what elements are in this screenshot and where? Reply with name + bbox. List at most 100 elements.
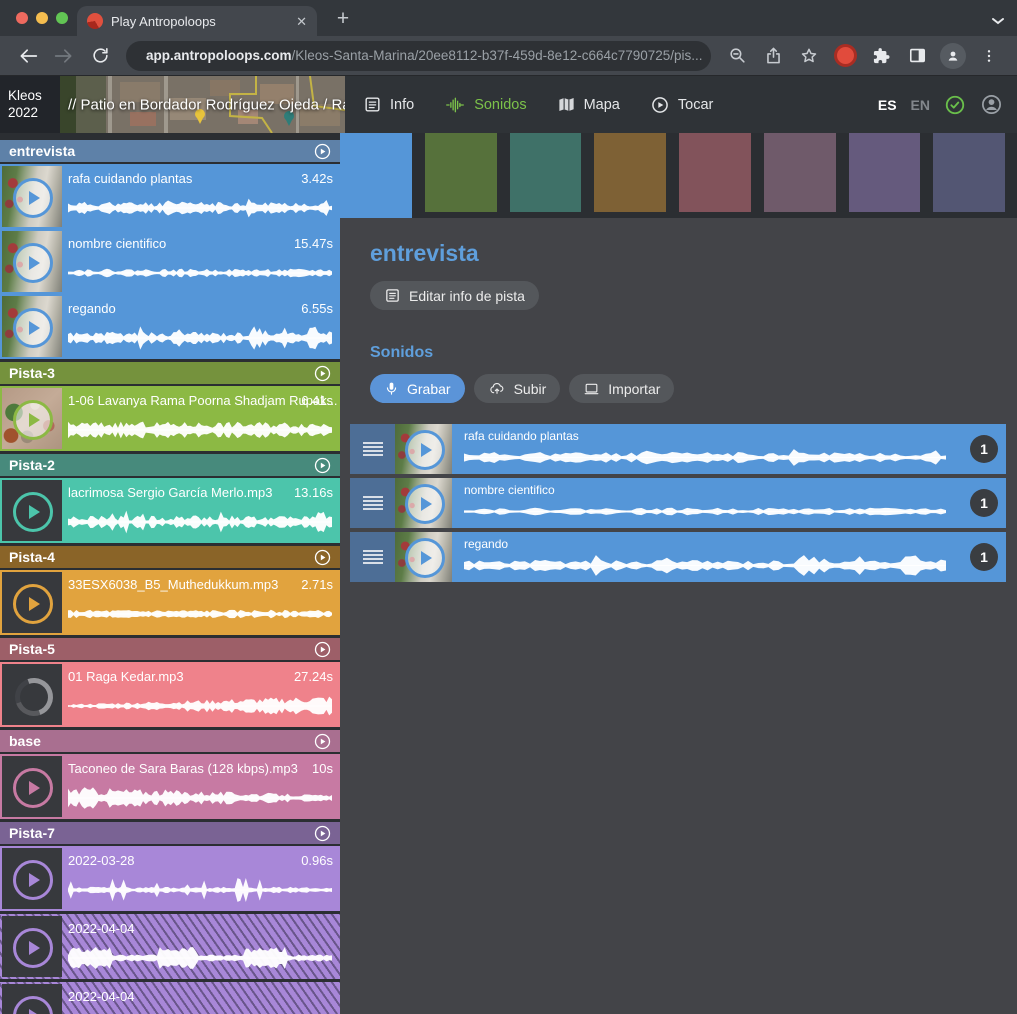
sound-play-thumbnail[interactable]: [2, 916, 62, 977]
record-extension-icon[interactable]: [832, 43, 858, 69]
back-button[interactable]: [15, 43, 41, 69]
side-panel-icon[interactable]: [904, 43, 930, 69]
tab-tocar[interactable]: Tocar: [650, 95, 713, 115]
browser-tab[interactable]: Play Antropoloops ✕: [77, 6, 317, 36]
track-block[interactable]: [849, 133, 921, 212]
browser-menu-icon[interactable]: [976, 43, 1002, 69]
track-section-pista-4: Pista-4 33ESX6038_B5_Muthedukkum.mp3 2.7…: [0, 546, 340, 635]
map-icon: [557, 95, 576, 114]
extensions-puzzle-icon[interactable]: [868, 43, 894, 69]
play-track-icon[interactable]: [314, 143, 331, 160]
sound-play-thumbnail[interactable]: [2, 756, 62, 817]
reload-button[interactable]: [87, 43, 113, 69]
sound-item[interactable]: 33ESX6038_B5_Muthedukkum.mp3 2.71s: [0, 570, 340, 635]
zoom-window-button[interactable]: [56, 12, 68, 24]
account-icon[interactable]: [980, 93, 1003, 116]
bookmark-star-icon[interactable]: [796, 43, 822, 69]
list-icon: [384, 287, 401, 304]
drag-handle[interactable]: [350, 424, 395, 474]
sound-item[interactable]: regando 6.55s: [0, 294, 340, 359]
track-header[interactable]: Pista-5: [0, 638, 340, 660]
sound-item[interactable]: 2022-03-28 0.96s: [0, 846, 340, 911]
record-button[interactable]: Grabar: [370, 374, 465, 403]
edit-track-info-button[interactable]: Editar info de pista: [370, 281, 539, 310]
import-button[interactable]: Importar: [569, 374, 674, 403]
track-block[interactable]: [594, 133, 666, 212]
track-section-pista-5: Pista-5 01 Raga Kedar.mp3 27.24s: [0, 638, 340, 727]
sound-play-thumbnail[interactable]: [2, 388, 62, 449]
sound-row[interactable]: regando 1: [350, 532, 1006, 582]
profile-avatar[interactable]: [940, 43, 966, 69]
sound-duration: 0.96s: [301, 853, 333, 868]
track-header[interactable]: Pista-7: [0, 822, 340, 844]
sound-item[interactable]: 01 Raga Kedar.mp3 27.24s: [0, 662, 340, 727]
sound-item[interactable]: nombre cientifico 15.47s: [0, 229, 340, 294]
track-header[interactable]: Pista-4: [0, 546, 340, 568]
lang-en-button[interactable]: EN: [911, 97, 930, 113]
sound-play-thumbnail[interactable]: [395, 478, 452, 528]
waveform: [68, 692, 332, 720]
track-block[interactable]: [764, 133, 836, 212]
drag-handle[interactable]: [350, 532, 395, 582]
sync-check-icon[interactable]: [944, 94, 966, 116]
sound-play-thumbnail[interactable]: [2, 231, 62, 292]
play-track-icon[interactable]: [314, 733, 331, 750]
play-track-icon[interactable]: [314, 457, 331, 474]
sound-play-thumbnail[interactable]: [2, 848, 62, 909]
waveform: [68, 508, 332, 536]
track-header[interactable]: base: [0, 730, 340, 752]
new-tab-button[interactable]: +: [330, 6, 356, 32]
sound-play-thumbnail[interactable]: [2, 480, 62, 541]
waveform: [464, 553, 946, 578]
sound-item[interactable]: Taconeo de Sara Baras (128 kbps).mp3 10s: [0, 754, 340, 819]
drag-handle[interactable]: [350, 478, 395, 528]
lang-es-button[interactable]: ES: [878, 97, 897, 113]
sound-item[interactable]: 1-06 Lavanya Rama Poorna Shadjam Rupak..…: [0, 386, 340, 451]
chevron-down-icon[interactable]: [991, 13, 1005, 31]
share-icon[interactable]: [760, 43, 786, 69]
sound-loading-thumbnail[interactable]: [2, 664, 62, 725]
track-block[interactable]: [933, 133, 1005, 212]
sound-play-thumbnail[interactable]: [2, 296, 62, 357]
sound-item[interactable]: lacrimosa Sergio García Merlo.mp3 13.16s: [0, 478, 340, 543]
microphone-icon: [384, 380, 399, 397]
tab-sonidos[interactable]: Sonidos: [444, 96, 526, 114]
track-block[interactable]: [679, 133, 751, 212]
sound-row[interactable]: nombre cientifico 1: [350, 478, 1006, 528]
count-badge: 1: [970, 435, 998, 463]
track-block[interactable]: [425, 133, 497, 212]
close-window-button[interactable]: [16, 12, 28, 24]
zoom-out-icon[interactable]: [724, 43, 750, 69]
address-bar[interactable]: app.antropoloops.com/Kleos-Santa-Marina/…: [126, 41, 711, 71]
sound-duration: 10s: [312, 761, 333, 776]
close-tab-icon[interactable]: ✕: [296, 15, 307, 28]
track-block-entrevista[interactable]: [340, 133, 412, 218]
track-block[interactable]: [510, 133, 582, 212]
upload-button[interactable]: Subir: [474, 374, 561, 403]
sound-row[interactable]: rafa cuidando plantas 1: [350, 424, 1006, 474]
waveform: [68, 876, 332, 904]
minimize-window-button[interactable]: [36, 12, 48, 24]
play-track-icon[interactable]: [314, 641, 331, 658]
sound-play-thumbnail[interactable]: [395, 424, 452, 474]
play-track-icon[interactable]: [314, 365, 331, 382]
url-domain: app.antropoloops.com: [146, 48, 292, 63]
sound-item[interactable]: rafa cuidando plantas 3.42s: [0, 164, 340, 229]
track-header[interactable]: Pista-2: [0, 454, 340, 476]
sound-item-disabled[interactable]: 2022-04-04: [0, 982, 340, 1014]
track-header[interactable]: Pista-3: [0, 362, 340, 384]
play-track-icon[interactable]: [314, 549, 331, 566]
track-header[interactable]: entrevista: [0, 140, 340, 162]
sound-play-thumbnail[interactable]: [395, 532, 452, 582]
sound-title: nombre cientifico: [68, 236, 166, 251]
sound-play-thumbnail[interactable]: [2, 572, 62, 633]
play-track-icon[interactable]: [314, 825, 331, 842]
breadcrumb: // Patio en Bordador Rodríguez Ojeda / R…: [68, 96, 345, 113]
tab-mapa[interactable]: Mapa: [557, 95, 620, 114]
sound-item-disabled[interactable]: 2022-04-04: [0, 914, 340, 979]
tab-info[interactable]: Info: [363, 95, 414, 114]
track-section-base: base Taconeo de Sara Baras (128 kbps).mp…: [0, 730, 340, 819]
forward-button[interactable]: [51, 43, 77, 69]
sound-play-thumbnail[interactable]: [2, 166, 62, 227]
sound-play-thumbnail[interactable]: [2, 984, 62, 1014]
